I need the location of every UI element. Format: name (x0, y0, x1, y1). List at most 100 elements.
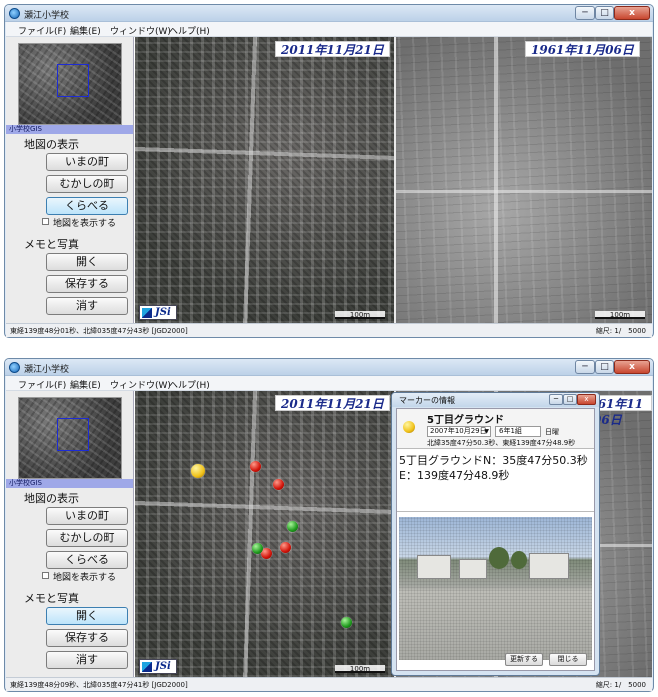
date-label-old: 1961年11月06日 (525, 41, 640, 57)
compare-button[interactable]: くらべる (46, 197, 128, 215)
map-marker-green[interactable] (341, 617, 352, 628)
compare-button[interactable]: くらべる (46, 551, 128, 569)
now-town-button[interactable]: いまの町 (46, 153, 128, 171)
show-map-checkbox-label: 地図を表示する (53, 573, 117, 583)
class-field[interactable]: 6年1組 (495, 426, 541, 437)
menu-edit[interactable]: 編集(E) (70, 24, 101, 37)
menu-window[interactable]: ウィンドウ(W) (110, 24, 171, 37)
date-select-value: 2007年10月29日 (430, 427, 487, 435)
dialog-body: 5丁目グラウンド 2007年10月29日 ▼ 6年1組 日曜 北緯35度47分50… (396, 408, 595, 671)
show-map-checkbox-label: 地図を表示する (53, 219, 117, 229)
update-button[interactable]: 更新する (505, 653, 543, 666)
photo-tree (511, 551, 527, 569)
dialog-close-button[interactable]: x (577, 394, 596, 405)
marker-photo (399, 517, 592, 660)
delete-button[interactable]: 消す (46, 297, 128, 315)
date-label-new: 2011年11月21日 (275, 41, 390, 57)
old-town-button[interactable]: むかしの町 (46, 529, 128, 547)
minimap-viewport-rect[interactable] (57, 418, 89, 451)
dialog-maximize-button[interactable]: □ (563, 394, 577, 405)
memo-section-heading: メモと写真 (24, 592, 79, 605)
status-scale: 縮尺: 1/ 5000 (595, 327, 646, 335)
jsi-logo-text: JSi (155, 661, 171, 672)
status-bar: 東経139度48分09秒、北緯035度47分41秒 [JGD2000] 縮尺: … (6, 677, 652, 691)
memo-textarea[interactable]: 5丁目グラウンドN：35度47分50.3秒E：139度47分48.9秒 (397, 450, 594, 512)
menu-bar: ファイル(F) 編集(E) ウィンドウ(W) ヘルプ(H) (6, 376, 652, 391)
overview-minimap[interactable] (18, 397, 122, 479)
map-section-heading: 地図の表示 (24, 492, 79, 505)
map-view[interactable]: 2011年11月21日 1961年11月06日 100m 100m JSi (135, 37, 652, 323)
marker-coordinates: 北緯35度47分50.3秒、東経139度47分48.9秒 (427, 439, 576, 447)
photo-building (417, 555, 451, 579)
minimize-button[interactable]: ─ (575, 6, 595, 20)
map-section-heading: 地図の表示 (24, 138, 79, 151)
status-scale: 縮尺: 1/ 5000 (595, 681, 646, 689)
title-bar[interactable]: 瀬江小学校 ─ □ x (5, 359, 653, 376)
aerial-photo-2011[interactable] (135, 37, 394, 323)
window-title: 瀬江小学校 (24, 11, 70, 21)
date-select[interactable]: 2007年10月29日 ▼ (427, 426, 491, 437)
show-map-checkbox[interactable] (42, 572, 49, 579)
close-button[interactable]: x (614, 6, 650, 20)
save-button[interactable]: 保存する (46, 629, 128, 647)
app-window-top: 瀬江小学校 ─ □ x ファイル(F) 編集(E) ウィンドウ(W) ヘルプ(H… (4, 4, 654, 338)
now-town-button[interactable]: いまの町 (46, 507, 128, 525)
sidebar: 小学校GIS 地図の表示 いまの町 むかしの町 くらべる 地図を表示する メモと… (6, 37, 134, 323)
photo-building (529, 553, 569, 579)
dialog-minimize-button[interactable]: ─ (549, 394, 563, 405)
close-button[interactable]: x (614, 360, 650, 374)
menu-file[interactable]: ファイル(F) (18, 378, 66, 391)
app-globe-icon (9, 362, 20, 373)
show-map-checkbox[interactable] (42, 218, 49, 225)
open-button[interactable]: 開く (46, 607, 128, 625)
scale-bar-left: 100m (335, 665, 385, 673)
close-dialog-button[interactable]: 閉じる (549, 653, 587, 666)
memo-section-heading: メモと写真 (24, 238, 79, 251)
map-marker-green[interactable] (287, 521, 298, 532)
dialog-title: マーカーの情報 (399, 396, 455, 405)
jsi-logo: JSi (139, 305, 177, 320)
minimap-viewport-rect[interactable] (57, 64, 89, 97)
scale-bar-right: 100m (595, 311, 645, 319)
map-split-divider[interactable] (394, 37, 396, 323)
marker-name: 5丁目グラウンド (427, 415, 504, 426)
menu-help[interactable]: ヘルプ(H) (169, 378, 210, 391)
map-marker-red[interactable] (280, 542, 291, 553)
sidebar: 小学校GIS 地図の表示 いまの町 むかしの町 くらべる 地図を表示する メモと… (6, 391, 134, 677)
delete-button[interactable]: 消す (46, 651, 128, 669)
marker-info-dialog: マーカーの情報 ─ □ x 5丁目グラウンド 2007年10月29日 ▼ 6年1組… (391, 392, 600, 676)
save-button[interactable]: 保存する (46, 275, 128, 293)
menu-edit[interactable]: 編集(E) (70, 378, 101, 391)
maximize-button[interactable]: □ (595, 360, 614, 374)
status-bar: 東経139度48分01秒、北緯035度47分43秒 [JGD2000] 縮尺: … (6, 323, 652, 337)
gis-label: 小学校GIS (6, 479, 133, 488)
map-marker-red[interactable] (273, 479, 284, 490)
dialog-title-bar[interactable]: マーカーの情報 ─ □ x (392, 393, 599, 407)
title-bar[interactable]: 瀬江小学校 ─ □ x (5, 5, 653, 22)
maximize-button[interactable]: □ (595, 6, 614, 20)
marker-ball-icon (403, 421, 415, 433)
weekday-label: 日曜 (545, 428, 559, 436)
minimize-button[interactable]: ─ (575, 360, 595, 374)
open-button[interactable]: 開く (46, 253, 128, 271)
status-coordinates: 東経139度48分01秒、北緯035度47分43秒 [JGD2000] (10, 327, 188, 335)
map-marker-yellow[interactable] (191, 464, 205, 478)
status-coordinates: 東経139度48分09秒、北緯035度47分41秒 [JGD2000] (10, 681, 188, 689)
aerial-photo-1961[interactable] (394, 37, 652, 323)
aerial-photo-2011[interactable] (135, 391, 394, 677)
jsi-logo-text: JSi (155, 307, 171, 318)
app-globe-icon (9, 8, 20, 19)
map-marker-red[interactable] (250, 461, 261, 472)
photo-building (459, 559, 487, 579)
marker-header: 5丁目グラウンド 2007年10月29日 ▼ 6年1組 日曜 北緯35度47分50… (397, 409, 594, 449)
menu-file[interactable]: ファイル(F) (18, 24, 66, 37)
jsi-logo: JSi (139, 659, 177, 674)
jsi-logo-icon (142, 308, 152, 318)
map-marker-green[interactable] (252, 543, 263, 554)
old-town-button[interactable]: むかしの町 (46, 175, 128, 193)
dropdown-arrow-icon[interactable]: ▼ (484, 427, 489, 436)
menu-help[interactable]: ヘルプ(H) (169, 24, 210, 37)
jsi-logo-icon (142, 662, 152, 672)
overview-minimap[interactable] (18, 43, 122, 125)
menu-window[interactable]: ウィンドウ(W) (110, 378, 171, 391)
